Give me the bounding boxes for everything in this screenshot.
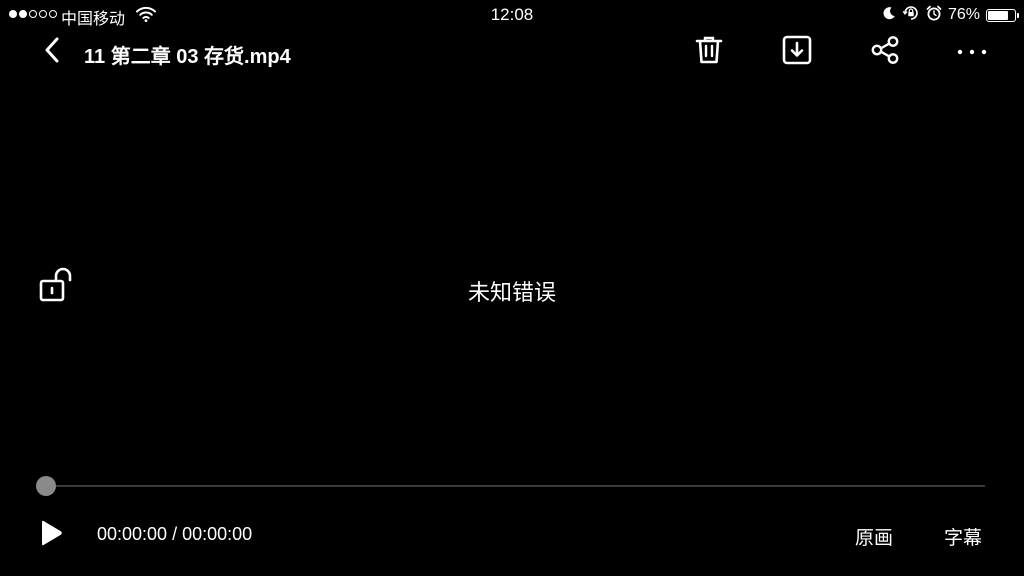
play-button[interactable]	[34, 518, 68, 552]
playback-error-message: 未知错误	[467, 280, 556, 305]
battery-level-fill	[988, 10, 1008, 20]
alarm-icon	[926, 5, 942, 26]
progress-thumb[interactable]	[36, 476, 56, 496]
status-clock: 12:08	[490, 5, 534, 24]
download-icon	[782, 35, 812, 70]
status-bar: 中国移动 12:08 76%	[0, 0, 1024, 30]
status-icons: 76%	[882, 4, 1019, 27]
more-options-button[interactable]	[954, 34, 990, 70]
subtitle-button[interactable]: 字幕	[944, 523, 982, 550]
battery-percent: 76%	[947, 6, 980, 23]
download-button[interactable]	[779, 34, 815, 70]
video-file-title: 11 第二章 03 存货.mp4	[84, 46, 291, 68]
play-icon	[38, 519, 64, 552]
share-icon	[870, 35, 900, 70]
video-player-screen: 中国移动 12:08 76% 11 第二章 03 存货.mp4 未知错误 00:…	[0, 0, 1024, 576]
share-button[interactable]	[867, 34, 903, 70]
progress-track[interactable]	[46, 485, 985, 487]
delete-button[interactable]	[691, 34, 727, 70]
playback-time: 00:00:00 / 00:00:00	[97, 524, 253, 544]
battery-icon	[986, 8, 1019, 22]
trash-icon	[695, 35, 723, 70]
orientation-lock-icon	[902, 4, 920, 27]
more-icon	[956, 43, 988, 61]
battery-tip	[1017, 12, 1019, 18]
moon-icon	[882, 6, 896, 25]
chevron-left-icon	[44, 37, 60, 68]
quality-button[interactable]: 原画	[855, 523, 893, 550]
back-button[interactable]	[36, 36, 68, 68]
